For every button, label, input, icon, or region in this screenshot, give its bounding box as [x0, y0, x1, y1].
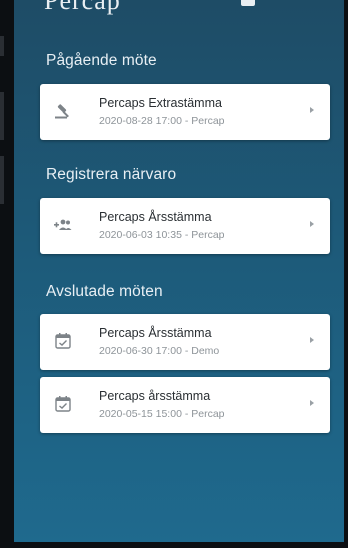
device-button: [0, 36, 4, 56]
meeting-card-register[interactable]: Percaps Årsstämma 2020-06-03 10:35 - Per…: [40, 198, 330, 254]
chevron-right-icon: [310, 107, 314, 113]
meeting-meta: 2020-06-30 17:00 - Demo: [99, 345, 220, 357]
section-title-finished: Avslutade möten: [46, 283, 163, 300]
meeting-card-finished[interactable]: Percaps Årsstämma 2020-06-30 17:00 - Dem…: [40, 314, 330, 370]
meeting-meta: 2020-08-28 17:00 - Percap: [99, 115, 225, 127]
meeting-name: Percaps Årsstämma: [99, 210, 212, 224]
calendar-check-icon: [54, 332, 72, 350]
device-button: [0, 156, 4, 204]
meeting-name: Percaps Extrastämma: [99, 96, 222, 110]
partial-header-title: Percap: [44, 0, 121, 15]
meeting-meta: 2020-06-03 10:35 - Percap: [99, 229, 225, 241]
chevron-right-icon: [310, 400, 314, 406]
device-bezel-bottom: [14, 542, 344, 548]
meeting-card-finished[interactable]: Percaps årsstämma 2020-05-15 15:00 - Per…: [40, 377, 330, 433]
app-screen: Percap Pågående möte Percaps Extrastämma…: [14, 0, 344, 548]
meeting-name: Percaps Årsstämma: [99, 326, 212, 340]
chevron-right-icon: [310, 337, 314, 343]
device-bezel-left: [0, 0, 14, 548]
partial-header-icon: [241, 0, 255, 6]
calendar-check-icon: [54, 395, 72, 413]
section-title-ongoing: Pågående möte: [46, 52, 157, 69]
people-add-icon: [54, 216, 72, 234]
meeting-card-ongoing[interactable]: Percaps Extrastämma 2020-08-28 17:00 - P…: [40, 84, 330, 140]
section-title-register: Registrera närvaro: [46, 166, 177, 183]
device-bezel-right: [344, 0, 348, 548]
meeting-name: Percaps årsstämma: [99, 389, 211, 403]
device-frame: Percap Pågående möte Percaps Extrastämma…: [0, 0, 351, 548]
device-button: [0, 92, 4, 140]
meeting-meta: 2020-05-15 15:00 - Percap: [99, 408, 225, 420]
gavel-icon: [54, 102, 72, 120]
chevron-right-icon: [310, 221, 314, 227]
